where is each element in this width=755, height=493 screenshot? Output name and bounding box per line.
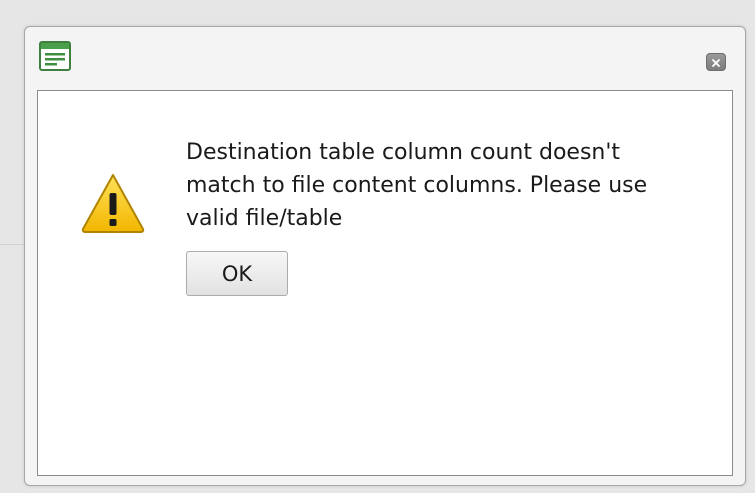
close-button[interactable] (706, 53, 726, 71)
dialog-titlebar (25, 27, 745, 91)
close-icon (711, 53, 721, 72)
message-line: valid file/table (186, 206, 343, 231)
message-dialog: Destination table column count doesn't m… (24, 26, 746, 486)
window-form-icon (39, 41, 71, 71)
message-line: match to file content columns. Please us… (186, 173, 648, 198)
dialog-message: Destination table column count doesn't m… (186, 136, 706, 235)
message-line: Destination table column count doesn't (186, 140, 621, 165)
warning-triangle-icon (79, 171, 147, 235)
ok-button[interactable]: OK (186, 251, 288, 296)
dialog-content: Destination table column count doesn't m… (37, 90, 733, 476)
